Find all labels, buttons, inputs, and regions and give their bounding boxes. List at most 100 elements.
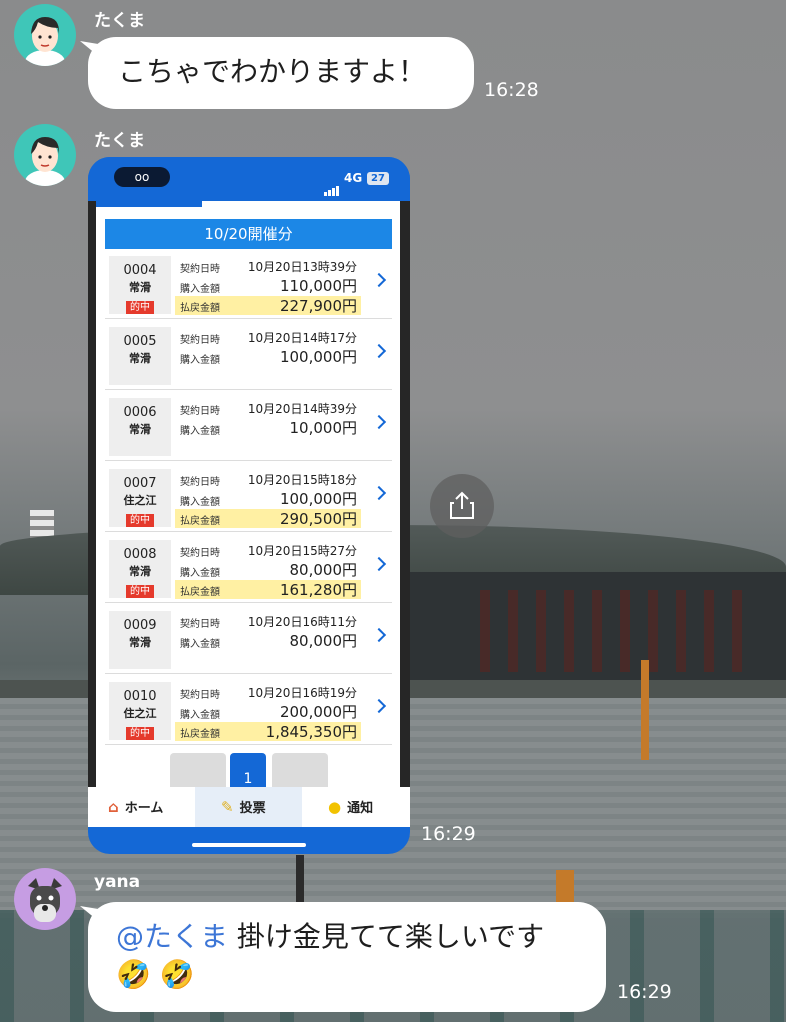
history-panel: 10/20開催分 0004 常滑 的中 契約日時 10月20日13時39分 購入金額 110… — [96, 207, 400, 787]
phone-status-bar: oo 4G 27 — [88, 157, 410, 201]
chevron-right-icon — [371, 414, 387, 430]
payout-label: 払戻金額 — [180, 729, 220, 740]
mention-link[interactable]: @たくま — [116, 920, 228, 953]
purchase-label: 購入金額 — [180, 710, 220, 721]
ticket-number: 0009 — [123, 618, 157, 633]
ticket-number: 0004 — [123, 263, 157, 278]
purchase-label: 購入金額 — [180, 639, 220, 650]
ticket-number: 0006 — [123, 405, 157, 420]
nav-vote-label: 投票 — [239, 801, 266, 816]
message-text: 掛け金見てて楽しいです — [236, 920, 545, 953]
hit-badge: 的中 — [126, 585, 154, 598]
ticket-id-box: 0009 常滑 — [109, 611, 171, 669]
home-icon: ⌂ — [108, 798, 119, 816]
table-row[interactable]: 0008 常滑 的中 契約日時 10月20日15時27分 購入金額 80,000円 払戻金額 1… — [105, 535, 392, 603]
hit-badge: 的中 — [126, 301, 154, 314]
venue-name: 常滑 — [129, 565, 151, 578]
background-post — [296, 855, 304, 905]
venue-name: 常滑 — [129, 352, 151, 365]
nav-home-label: ホーム — [124, 801, 164, 816]
share-icon — [450, 491, 474, 519]
ticket-id-box: 0004 常滑 的中 — [109, 256, 171, 314]
purchase-label: 購入金額 — [180, 568, 220, 579]
contract-datetime: 10月20日14時39分 — [247, 402, 357, 416]
table-row[interactable]: 0005 常滑 契約日時 10月20日14時17分 購入金額 100,000円 — [105, 322, 392, 390]
message-bubble[interactable]: @たくま 掛け金見てて楽しいです 🤣 🤣 — [88, 902, 606, 1012]
shared-screenshot-image[interactable]: oo 4G 27 10/20開催分 0004 常滑 的中 契約日時 10月20日13時3… — [88, 157, 410, 854]
signal-icon — [324, 177, 340, 196]
message-bubble[interactable]: こちゃでわかりますよ！ — [88, 37, 474, 109]
bell-icon: ● — [328, 798, 342, 816]
ticket-id-box: 0007 住之江的中 — [109, 469, 171, 527]
contract-label: 契約日時 — [180, 264, 220, 275]
background-buoy — [556, 870, 574, 906]
purchase-amount: 100,000円 — [279, 348, 357, 366]
contract-datetime: 10月20日15時27分 — [247, 544, 357, 558]
message-text: こちゃでわかりますよ！ — [118, 55, 427, 88]
ticket-number: 0010 — [123, 689, 157, 704]
current-page[interactable]: 1 — [230, 753, 266, 787]
yana-avatar[interactable] — [14, 868, 76, 930]
nav-notify-label: 通知 — [347, 801, 374, 816]
venue-name: 住之江 — [123, 494, 157, 507]
purchase-label: 購入金額 — [180, 426, 220, 437]
background-scoreboard — [410, 572, 786, 682]
next-page-button[interactable] — [272, 753, 328, 787]
contract-label: 契約日時 — [180, 406, 220, 417]
venue-name: 住之江 — [123, 707, 157, 720]
message-time: 16:29 — [617, 981, 672, 1003]
table-row[interactable]: 0006 常滑 契約日時 10月20日14時39分購入金額 10,000円 — [105, 393, 392, 461]
contract-label: 契約日時 — [180, 477, 220, 488]
nav-vote[interactable]: ✎ 投票 — [195, 787, 302, 827]
background-buoy-pole — [641, 660, 649, 760]
chevron-right-icon — [371, 485, 387, 501]
purchase-amount: 10,000円 — [289, 419, 358, 437]
sender-name: たくま — [94, 131, 145, 151]
purchase-amount: 100,000円 — [279, 490, 357, 508]
contract-label: 契約日時 — [180, 335, 220, 346]
hit-badge: 的中 — [126, 514, 154, 527]
prev-page-button[interactable] — [170, 753, 226, 787]
nav-notify[interactable]: ● 通知 — [328, 787, 408, 827]
table-row[interactable]: 0004 常滑 的中 契約日時 10月20日13時39分購入金額 110,000円払戻金額… — [105, 251, 392, 319]
ticket-number: 0007 — [123, 476, 157, 491]
date-header: 10/20開催分 — [105, 219, 392, 249]
purchase-amount: 200,000円 — [279, 703, 357, 721]
ticket-id-box: 0008 常滑的中 — [109, 540, 171, 598]
contract-label: 契約日時 — [180, 548, 220, 559]
table-row[interactable]: 0010 住之江的中 契約日時 10月20日16時19分購入金額 200,000円払戻金… — [105, 677, 392, 745]
takuma-avatar[interactable] — [14, 4, 76, 66]
purchase-amount: 80,000円 — [289, 561, 358, 579]
home-indicator — [192, 843, 306, 847]
table-row[interactable]: 0009 常滑 契約日時 10月20日16時11分 購入金額 80,000円 — [105, 606, 392, 674]
takuma-avatar[interactable] — [14, 124, 76, 186]
contract-datetime: 10月20日13時39分 — [247, 260, 357, 274]
ticket-icon: ✎ — [221, 798, 234, 816]
purchase-amount: 110,000円 — [279, 277, 357, 295]
payout-label: 払戻金額 — [180, 303, 220, 314]
share-button[interactable] — [430, 474, 494, 538]
sender-name: yana — [94, 872, 141, 892]
battery-icon: 27 — [367, 172, 389, 185]
venue-name: 常滑 — [129, 636, 151, 649]
purchase-label: 購入金額 — [180, 497, 220, 508]
chevron-right-icon — [371, 627, 387, 643]
chevron-right-icon — [371, 343, 387, 359]
payout-amount: 227,900円 — [279, 297, 357, 315]
nav-home[interactable]: ⌂ ホーム — [108, 787, 198, 827]
message-time: 16:28 — [484, 79, 539, 101]
payout-amount: 290,500円 — [279, 510, 357, 528]
person-avatar-icon — [14, 4, 76, 66]
ticket-id-box: 0006 常滑 — [109, 398, 171, 456]
contract-datetime: 10月20日16時19分 — [247, 686, 357, 700]
contract-label: 契約日時 — [180, 690, 220, 701]
ticket-number: 0008 — [123, 547, 157, 562]
contract-label: 契約日時 — [180, 619, 220, 630]
table-row[interactable]: 0007 住之江 的中 契約日時 10月20日15時18分 購入金額 100,000円 払戻金… — [105, 464, 392, 532]
contract-datetime: 10月20日16時11分 — [247, 615, 357, 629]
contract-datetime: 10月20日15時18分 — [247, 473, 357, 487]
hit-badge: 的中 — [126, 727, 154, 740]
voicemail-icon: oo — [114, 167, 170, 187]
purchase-label: 購入金額 — [180, 284, 220, 295]
chevron-right-icon — [371, 272, 387, 288]
